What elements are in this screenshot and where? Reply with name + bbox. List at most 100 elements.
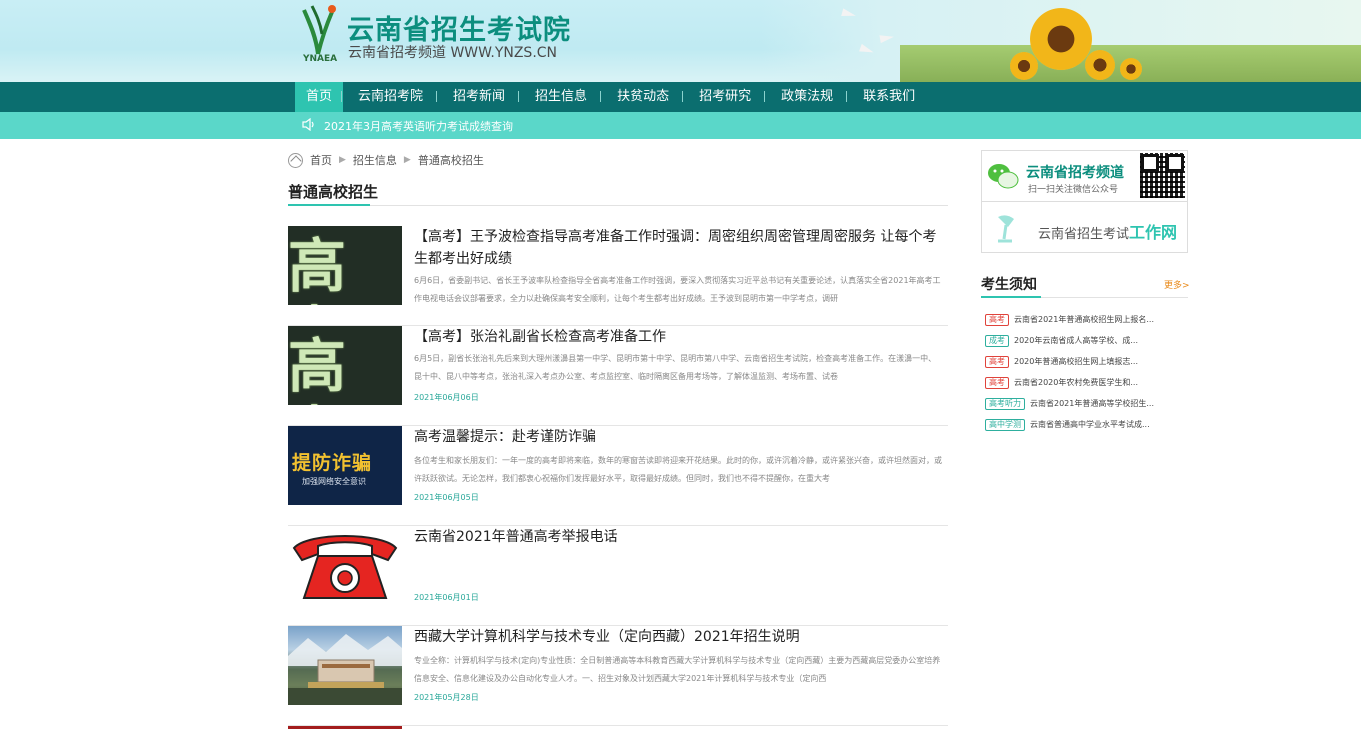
nav-item-label: 云南招考院 xyxy=(358,89,424,104)
note-text[interactable]: 云南省2021年普通高校招生网上报名... xyxy=(1014,314,1154,325)
nav-item-label: 政策法规 xyxy=(781,89,834,104)
thumbnail-subtext: 加强网络安全意识 xyxy=(302,477,366,486)
news-date: 2021年06月01日 xyxy=(414,593,479,602)
news-thumbnail[interactable] xyxy=(288,626,402,705)
list-item[interactable]: 高中学测 云南省普通高中学业水平考试成... xyxy=(985,414,1188,435)
news-title[interactable]: 【高考】张治礼副省长检查高考准备工作 xyxy=(414,326,944,348)
status-badge: 高考 xyxy=(985,355,1009,368)
nav-item-label: 招考研究 xyxy=(699,89,752,104)
notes-divider xyxy=(981,296,1188,298)
nav-separator xyxy=(341,91,343,102)
nav-item-admission-info[interactable]: 招生信息 xyxy=(518,82,602,112)
thumbnail-text: 提防诈骗 xyxy=(292,452,373,474)
news-title[interactable]: 【高考】王予波检查指导高考准备工作时强调：周密组织周密管理周密服务 让每个考生都… xyxy=(414,226,944,270)
section-title: 普通高校招生 xyxy=(288,183,379,201)
news-date: 2021年06月06日 xyxy=(414,393,479,402)
nav-item-label: 联系我们 xyxy=(863,89,916,104)
news-date: 2021年06月05日 xyxy=(414,493,479,502)
nav-item-yunnan-zhaokaoyuan[interactable]: 云南招考院 xyxy=(341,82,438,112)
news-summary: 6月5日，副省长张治礼先后来到大理州漾濞县第一中学、昆明市第十中学、昆明市第八中… xyxy=(414,354,937,381)
nav-item-label: 招考新闻 xyxy=(453,89,506,104)
work-site-link[interactable]: 云南省招生考试工作网 xyxy=(982,202,1187,253)
news-summary: 各位考生和家长朋友们：一年一度的高考即将来临，数年的寒窗苦读即将迎来开花结果。此… xyxy=(414,456,942,483)
home-icon[interactable] xyxy=(288,152,303,168)
logo-text: YNAEA xyxy=(303,54,338,64)
wechat-promo[interactable]: 云南省招考频道 扫一扫关注微信公众号 xyxy=(982,151,1187,202)
nav-item-home[interactable]: 首页 xyxy=(295,82,344,112)
news-thumbnail[interactable]: 提防诈骗 加强网络安全意识 xyxy=(288,426,402,505)
notes-more-link[interactable]: 更多> xyxy=(1164,278,1190,291)
nav-item-contact[interactable]: 联系我们 xyxy=(846,82,930,112)
wechat-subtitle: 扫一扫关注微信公众号 xyxy=(1028,185,1119,195)
news-item[interactable]: 云南省2021年普通高考举报电话 2021年06月01日 xyxy=(288,526,948,626)
news-thumbnail[interactable]: 高考 xyxy=(288,226,402,305)
news-item[interactable]: 高考 【高考】张治礼副省长检查高考准备工作 6月5日，副省长张治礼先后来到大理州… xyxy=(288,326,948,426)
nav-item-policy[interactable]: 政策法规 xyxy=(764,82,848,112)
breadcrumb-item-current[interactable]: 普通高校招生 xyxy=(418,152,484,168)
nav-separator xyxy=(600,91,602,102)
main-nav: 首页 云南招考院 招考新闻 招生信息 扶贫动态 招考研究 政策法规 联系我们 xyxy=(0,82,1361,112)
news-title[interactable]: 高考温馨提示：赴考谨防诈骗 xyxy=(414,426,944,448)
breadcrumb-arrow-icon: ▶ xyxy=(403,155,411,165)
note-text[interactable]: 云南省普通高中学业水平考试成... xyxy=(1030,419,1150,430)
nav-separator xyxy=(764,91,766,102)
lamp-icon xyxy=(998,215,1014,243)
breadcrumb-item-home[interactable]: 首页 xyxy=(310,152,332,168)
wechat-title: 云南省招考频道 xyxy=(1026,165,1124,181)
site-subtitle: 云南省招考频道 WWW.YNZS.CN xyxy=(348,45,558,61)
nav-item-research[interactable]: 招考研究 xyxy=(682,82,766,112)
note-text[interactable]: 云南省2020年农村免费医学生和... xyxy=(1014,377,1138,388)
status-badge: 高中学测 xyxy=(985,418,1025,431)
speaker-icon xyxy=(302,118,314,131)
qr-code-icon xyxy=(1140,153,1185,198)
nav-item-poverty-relief[interactable]: 扶贫动态 xyxy=(600,82,684,112)
nav-separator xyxy=(846,91,848,102)
nav-separator xyxy=(682,91,684,102)
news-summary: 专业全称：计算机科学与技术(定向)专业性质：全日制普通高等本科教育西藏大学计算机… xyxy=(414,656,941,683)
nav-item-news[interactable]: 招考新闻 xyxy=(436,82,520,112)
nav-separator xyxy=(436,91,438,102)
breadcrumb-item-admission[interactable]: 招生信息 xyxy=(353,152,397,168)
news-list: 高考 【高考】王予波检查指导高考准备工作时强调：周密组织周密管理周密服务 让每个… xyxy=(288,226,948,726)
status-badge: 高考 xyxy=(985,376,1009,389)
sunflower-icon xyxy=(1120,58,1142,80)
sidebar-promo-box: 云南省招考频道 扫一扫关注微信公众号 云南省招生考试工作网 xyxy=(981,150,1188,253)
note-text[interactable]: 云南省2021年普通高等学校招生... xyxy=(1030,398,1154,409)
work-site-label: 云南省招生考试工作网 xyxy=(1038,219,1177,243)
nav-item-label: 招生信息 xyxy=(535,89,588,104)
status-badge: 成考 xyxy=(985,334,1009,347)
site-banner: YNAEA 云南省招生考试院 云南省招考频道 WWW.YNZS.CN xyxy=(0,0,1361,82)
list-item[interactable]: 高考 云南省2021年普通高校招生网上报名... xyxy=(985,309,1188,330)
list-item[interactable]: 高考听力 云南省2021年普通高等学校招生... xyxy=(985,393,1188,414)
notes-title: 考生须知 xyxy=(981,277,1037,293)
notice-bar: 2021年3月高考英语听力考试成绩查询 xyxy=(0,112,1361,139)
news-thumbnail[interactable]: 高考 xyxy=(288,326,402,405)
sunflower-icon xyxy=(1030,8,1092,70)
breadcrumb: 首页 ▶ 招生信息 ▶ 普通高校招生 xyxy=(288,152,484,168)
section-divider xyxy=(288,204,948,206)
note-text[interactable]: 2020年普通高校招生网上填报志... xyxy=(1014,356,1138,367)
sunflower-icon xyxy=(1010,52,1038,80)
news-item[interactable]: 西藏大学计算机科学与技术专业（定向西藏）2021年招生说明 专业全称：计算机科学… xyxy=(288,626,948,726)
wechat-icon xyxy=(988,164,1019,189)
work-site-prefix: 云南省招生考试 xyxy=(1038,227,1130,242)
news-date: 2021年05月28日 xyxy=(414,693,479,702)
list-item[interactable]: 成考 2020年云南省成人高等学校、成... xyxy=(985,330,1188,351)
news-title[interactable]: 西藏大学计算机科学与技术专业（定向西藏）2021年招生说明 xyxy=(414,626,944,648)
news-item[interactable]: 提防诈骗 加强网络安全意识 高考温馨提示：赴考谨防诈骗 各位考生和家长朋友们：一… xyxy=(288,426,948,526)
thumbnail-text: 高考 xyxy=(288,332,347,405)
news-title[interactable]: 云南省2021年普通高考举报电话 xyxy=(414,526,944,548)
news-item[interactable]: 高考 【高考】王予波检查指导高考准备工作时强调：周密组织周密管理周密服务 让每个… xyxy=(288,226,948,326)
notice-link[interactable]: 2021年3月高考英语听力考试成绩查询 xyxy=(324,118,513,134)
telephone-icon xyxy=(292,535,398,599)
nav-separator xyxy=(518,91,520,102)
news-thumbnail[interactable] xyxy=(288,526,402,605)
list-item[interactable]: 高考 云南省2020年农村免费医学生和... xyxy=(985,372,1188,393)
list-item[interactable]: 高考 2020年普通高校招生网上填报志... xyxy=(985,351,1188,372)
thumbnail-text: 高考 xyxy=(288,232,347,305)
note-text[interactable]: 2020年云南省成人高等学校、成... xyxy=(1014,335,1138,346)
breadcrumb-arrow-icon: ▶ xyxy=(339,155,346,165)
sunflower-icon xyxy=(1085,50,1115,80)
notes-list: 高考 云南省2021年普通高校招生网上报名... 成考 2020年云南省成人高等学校… xyxy=(985,309,1188,435)
news-summary: 6月6日，省委副书记、省长王予波率队检查指导全省高考准备工作时强调，要深入贯彻落… xyxy=(414,276,941,303)
